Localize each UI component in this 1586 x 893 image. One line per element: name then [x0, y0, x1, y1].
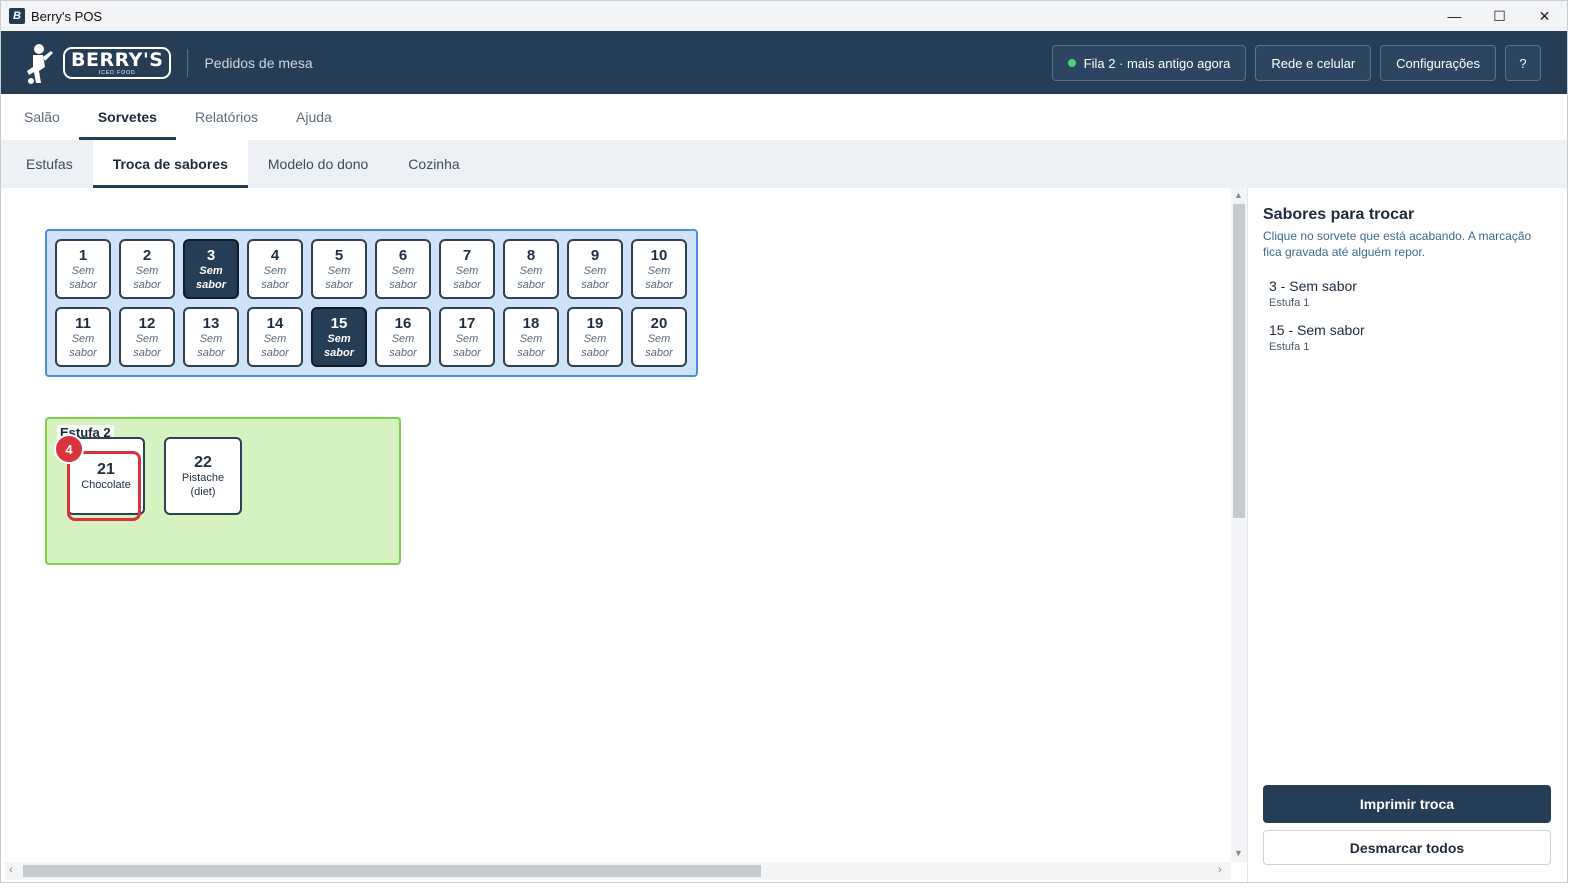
header-divider	[187, 48, 189, 77]
vertical-scrollbar[interactable]: ▲ ▼	[1231, 188, 1247, 862]
pos-app-icon: B	[9, 8, 25, 24]
maximize-icon[interactable]: ☐	[1477, 1, 1522, 31]
help-button[interactable]: ?	[1505, 45, 1541, 81]
app-header: BERRY'S ICED FOOD Pedidos de mesa Fila 2…	[1, 31, 1567, 94]
logo-wordmark: BERRY'S ICED FOOD	[63, 46, 172, 79]
freezer-cell[interactable]: 17 Sem sabor	[439, 307, 495, 367]
tab-sorvetes[interactable]: Sorvetes	[78, 94, 176, 140]
header-title: Pedidos de mesa	[204, 54, 313, 71]
freezer-cell[interactable]: 16 Sem sabor	[375, 307, 431, 367]
scroll-right-icon[interactable]: ›	[1218, 864, 1222, 876]
close-icon[interactable]: ✕	[1522, 1, 1567, 31]
main-tabs: Salão Sorvetes Relatórios Ajuda	[1, 94, 1567, 140]
settings-button[interactable]: Configurações	[1380, 45, 1496, 81]
freezer-cell[interactable]: 10 Sem sabor	[631, 239, 687, 299]
swap-panel: Sabores para trocar Clique no sorvete qu…	[1247, 188, 1567, 882]
freezer-cell[interactable]: 22 Pistache (diet)	[164, 437, 242, 515]
panel-description: Clique no sorvete que está acabando. A m…	[1263, 229, 1532, 259]
alert-count-badge: 4	[54, 434, 84, 464]
subtab-modelo-do-dono[interactable]: Modelo do dono	[248, 140, 388, 188]
freezer-cell[interactable]: 5 Sem sabor	[311, 239, 367, 299]
network-button[interactable]: Rede e celular	[1255, 45, 1372, 81]
print-swap-button[interactable]: Imprimir troca	[1263, 785, 1551, 823]
panel-title: Sabores para trocar	[1263, 206, 1415, 223]
estufa-2: Estufa 2 21 Chocolate 22 Pistache (diet)	[45, 417, 401, 565]
mascot-icon	[17, 41, 55, 85]
freezer-cell[interactable]: 19 Sem sabor	[567, 307, 623, 367]
subtab-estufas[interactable]: Estufas	[6, 140, 93, 188]
berrys-logo: BERRY'S ICED FOOD	[17, 41, 172, 85]
subtab-cozinha[interactable]: Cozinha	[388, 140, 479, 188]
tab-ajuda[interactable]: Ajuda	[277, 94, 351, 140]
freezer-cell[interactable]: 8 Sem sabor	[503, 239, 559, 299]
freezer-cell[interactable]: 2 Sem sabor	[119, 239, 175, 299]
freezer-cell[interactable]: 4 Sem sabor	[247, 239, 303, 299]
horizontal-scroll-thumb[interactable]	[23, 865, 761, 877]
freezer-cell[interactable]: 12 Sem sabor	[119, 307, 175, 367]
sub-tabs: Estufas Troca de sabores Modelo do dono …	[1, 140, 1567, 188]
subtab-troca-de-sabores[interactable]: Troca de sabores	[92, 140, 248, 188]
swap-list-item[interactable]: 3 - Sem sabor Estufa 1	[1269, 278, 1357, 309]
minimize-icon[interactable]: —	[1432, 1, 1477, 31]
freezer-cell[interactable]: 1 Sem sabor	[55, 239, 111, 299]
tab-salao[interactable]: Salão	[5, 94, 79, 140]
queue-status-button[interactable]: Fila 2 · mais antigo agora	[1051, 45, 1247, 81]
freezer-cell[interactable]: 7 Sem sabor	[439, 239, 495, 299]
scroll-down-icon[interactable]: ▼	[1234, 848, 1243, 858]
window-controls: — ☐ ✕	[1432, 1, 1567, 31]
estufa-1: 1 Sem sabor 2 Sem sabor 3 Sem sabor 4 Sem sabor…	[45, 229, 698, 377]
window-title: Berry's POS	[31, 8, 103, 24]
freezer-cell[interactable]: 9 Sem sabor	[567, 239, 623, 299]
clear-all-button[interactable]: Desmarcar todos	[1263, 830, 1551, 865]
freezer-cell[interactable]: 13 Sem sabor	[183, 307, 239, 367]
header-actions: Fila 2 · mais antigo agora Rede e celula…	[1051, 45, 1541, 81]
scroll-left-icon[interactable]: ‹	[9, 864, 13, 876]
tab-relatorios[interactable]: Relatórios	[176, 94, 277, 140]
freezer-cell[interactable]: 11 Sem sabor	[55, 307, 111, 367]
freezer-cell[interactable]: 15 Sem sabor	[311, 307, 367, 367]
freezer-canvas: 1 Sem sabor 2 Sem sabor 3 Sem sabor 4 Sem sabor…	[5, 188, 1231, 862]
status-dot-icon	[1067, 59, 1076, 67]
app-window: B Berry's POS — ☐ ✕ BERRY'S ICED FOOD Pe…	[0, 0, 1568, 883]
freezer-cell[interactable]: 3 Sem sabor	[183, 239, 239, 299]
swap-list-item[interactable]: 15 - Sem sabor Estufa 1	[1269, 322, 1365, 353]
title-bar: B Berry's POS — ☐ ✕	[1, 1, 1567, 31]
horizontal-scrollbar[interactable]: ‹ ›	[5, 862, 1231, 880]
freezer-cell[interactable]: 14 Sem sabor	[247, 307, 303, 367]
low-stock-highlight	[67, 451, 141, 521]
scroll-up-icon[interactable]: ▲	[1234, 190, 1243, 200]
vertical-scroll-thumb[interactable]	[1233, 204, 1245, 518]
freezer-cell[interactable]: 20 Sem sabor	[631, 307, 687, 367]
freezer-cell[interactable]: 18 Sem sabor	[503, 307, 559, 367]
freezer-cell[interactable]: 6 Sem sabor	[375, 239, 431, 299]
